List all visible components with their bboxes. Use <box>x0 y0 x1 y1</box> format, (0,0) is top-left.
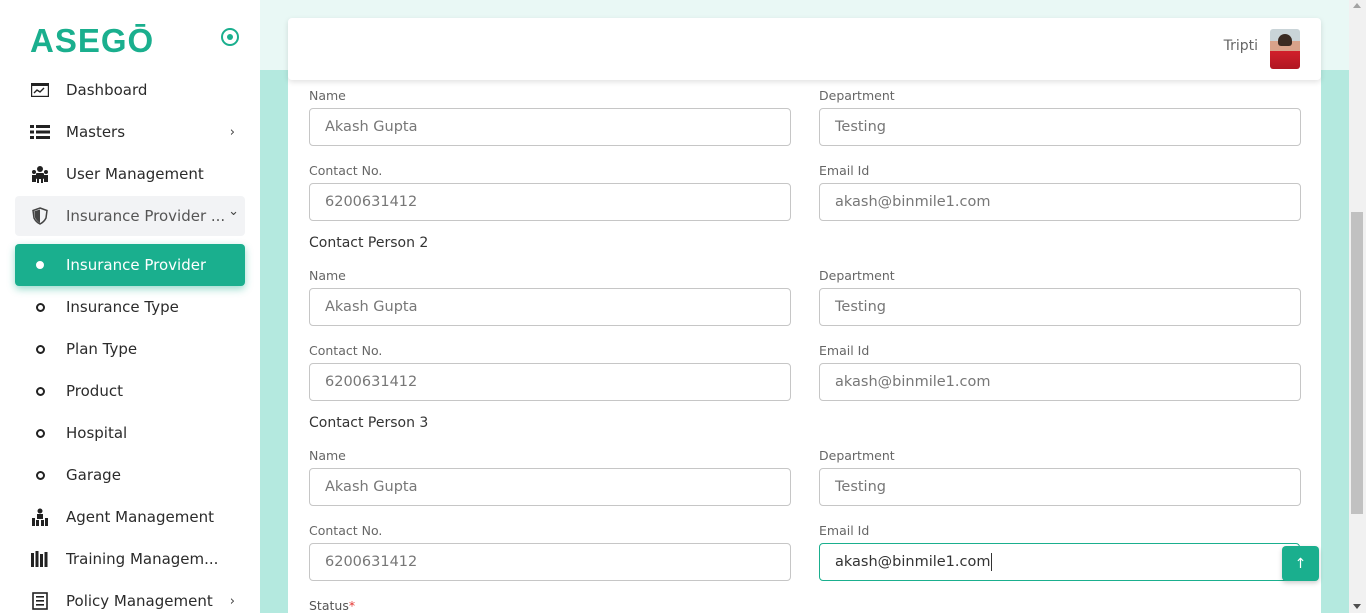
sidebar-item-label: Insurance Type <box>66 298 179 316</box>
sidebar-item-label: Plan Type <box>66 340 138 358</box>
contact3-phone-input[interactable]: 6200631412 <box>309 543 791 581</box>
scroll-up-arrow-icon[interactable] <box>1353 3 1361 8</box>
sidebar-item-user-management[interactable]: User Management <box>15 154 245 194</box>
contact2-name-input[interactable]: Akash Gupta <box>309 288 791 326</box>
required-marker: * <box>348 598 356 613</box>
dot-icon <box>30 465 50 485</box>
name-label: Name <box>309 448 346 463</box>
sidebar-item-masters[interactable]: Masters › <box>15 112 245 152</box>
contact1-name-input[interactable]: Akash Gupta <box>309 108 791 146</box>
department-label: Department <box>819 448 895 463</box>
sidebar-item-hospital[interactable]: Hospital <box>15 413 245 453</box>
chevron-down-icon: ⌄ <box>228 204 239 219</box>
sidebar-item-training-management[interactable]: Training Managem... <box>15 539 245 579</box>
sidebar-item-label: Product <box>66 382 123 400</box>
sidebar-item-label: Masters <box>66 123 126 141</box>
dashboard-icon <box>30 80 50 100</box>
email-label: Email Id <box>819 343 870 358</box>
avatar[interactable] <box>1270 29 1300 69</box>
department-label: Department <box>819 268 895 283</box>
dot-icon <box>30 255 50 275</box>
sidebar-item-policy-management[interactable]: Policy Management › <box>15 581 245 613</box>
scroll-down-arrow-icon[interactable] <box>1353 604 1361 609</box>
contact3-email-input[interactable]: akash@binmile1.com <box>819 543 1300 581</box>
contact3-email-value: akash@binmile1.com <box>835 554 991 570</box>
books-icon <box>30 549 50 569</box>
sidebar-item-label: Dashboard <box>66 81 148 99</box>
top-header: Tripti <box>288 18 1321 80</box>
sidebar-item-insurance-provider[interactable]: Insurance Provider <box>15 244 245 286</box>
chevron-right-icon: › <box>229 124 235 140</box>
sidebar-item-label: Agent Management <box>66 508 214 526</box>
sidebar-item-product[interactable]: Product <box>15 371 245 411</box>
contact3-name-input[interactable]: Akash Gupta <box>309 468 791 506</box>
user-name[interactable]: Tripti <box>1224 38 1258 54</box>
sidebar-item-label: Hospital <box>66 424 128 442</box>
contact1-email-input[interactable]: akash@binmile1.com <box>819 183 1301 221</box>
dot-icon <box>30 423 50 443</box>
dot-icon <box>30 381 50 401</box>
status-label: Status* <box>309 598 356 613</box>
arrow-up-icon: ↑ <box>1294 555 1307 572</box>
sidebar-item-label: Insurance Provider ... <box>66 207 226 225</box>
chevron-right-icon: › <box>229 593 235 609</box>
scroll-to-top-button[interactable]: ↑ <box>1282 546 1319 581</box>
sidebar-item-insurance-provider-group[interactable]: Insurance Provider ... ⌄ <box>15 196 245 236</box>
sidebar: ASEGŌ Dashboard Masters › User Managemen… <box>0 0 260 613</box>
contact-person-2-title: Contact Person 2 <box>309 235 429 251</box>
contact2-email-input[interactable]: akash@binmile1.com <box>819 363 1301 401</box>
contact-label: Contact No. <box>309 523 383 538</box>
users-icon <box>30 164 50 184</box>
name-label: Name <box>309 268 346 283</box>
sidebar-item-label: Training Managem... <box>66 550 219 568</box>
dot-icon <box>30 297 50 317</box>
sidebar-item-dashboard[interactable]: Dashboard <box>15 70 245 110</box>
agent-icon <box>30 507 50 527</box>
contact2-department-input[interactable]: Testing <box>819 288 1301 326</box>
list-icon <box>30 122 50 142</box>
sidebar-item-label: Garage <box>66 466 121 484</box>
sidebar-item-label: Insurance Provider <box>66 256 207 274</box>
contact2-phone-input[interactable]: 6200631412 <box>309 363 791 401</box>
contact1-phone-input[interactable]: 6200631412 <box>309 183 791 221</box>
contact-label: Contact No. <box>309 343 383 358</box>
sidebar-toggle-icon[interactable] <box>221 28 239 46</box>
sidebar-item-garage[interactable]: Garage <box>15 455 245 495</box>
scrollbar-thumb[interactable] <box>1351 212 1363 514</box>
contact-person-3-title: Contact Person 3 <box>309 415 429 431</box>
page-scrollbar[interactable] <box>1349 0 1366 613</box>
sidebar-item-label: User Management <box>66 165 204 183</box>
sidebar-item-insurance-type[interactable]: Insurance Type <box>15 287 245 327</box>
department-label: Department <box>819 88 895 103</box>
sidebar-item-plan-type[interactable]: Plan Type <box>15 329 245 369</box>
contact-label: Contact No. <box>309 163 383 178</box>
contact1-department-input[interactable]: Testing <box>819 108 1301 146</box>
sidebar-item-agent-management[interactable]: Agent Management <box>15 497 245 537</box>
dot-icon <box>30 339 50 359</box>
name-label: Name <box>309 88 346 103</box>
sidebar-item-label: Policy Management <box>66 592 213 610</box>
contact3-department-input[interactable]: Testing <box>819 468 1301 506</box>
shield-icon <box>30 206 50 226</box>
policy-icon <box>30 591 50 611</box>
brand-logo[interactable]: ASEGŌ <box>30 24 154 58</box>
email-label: Email Id <box>819 523 870 538</box>
email-label: Email Id <box>819 163 870 178</box>
